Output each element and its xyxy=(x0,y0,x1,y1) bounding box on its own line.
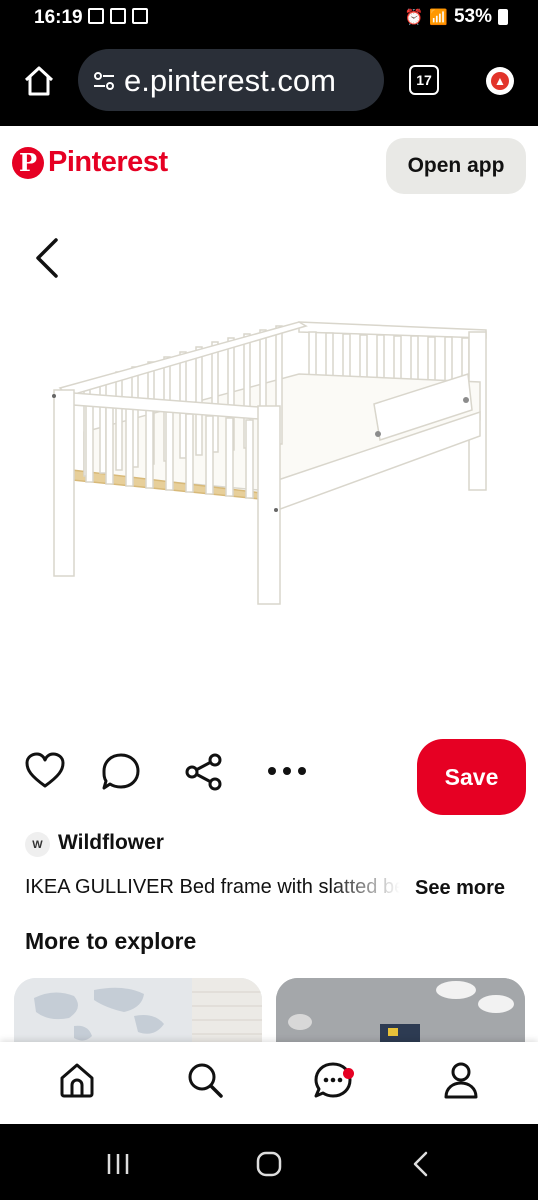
see-more-link[interactable]: See more xyxy=(415,877,505,900)
profile-icon[interactable] xyxy=(441,1060,481,1100)
notification-dot xyxy=(343,1068,354,1079)
recent-apps-icon[interactable] xyxy=(104,1150,132,1178)
checkbox-notification-icon xyxy=(132,8,148,24)
battery-icon xyxy=(498,9,508,25)
share-icon[interactable] xyxy=(184,752,224,792)
system-navigation-bar xyxy=(0,1124,538,1200)
explore-pin-thumbnail[interactable] xyxy=(276,978,525,1048)
heart-icon[interactable] xyxy=(25,752,65,790)
more-to-explore-heading: More to explore xyxy=(25,928,197,954)
check-notification-icon xyxy=(110,8,126,24)
messages-icon xyxy=(314,1062,352,1098)
system-home-icon[interactable] xyxy=(255,1150,283,1178)
browser-toolbar: e.pinterest.com 17 ▲ xyxy=(0,36,538,126)
open-app-button[interactable]: Open app xyxy=(386,138,526,194)
notification-icons xyxy=(88,8,148,24)
pinterest-logo[interactable]: P Pinterest xyxy=(12,146,168,179)
status-bar: 16:19 ⏰ 📶 53% xyxy=(0,0,538,36)
back-arrow-icon[interactable] xyxy=(30,236,64,280)
explore-pin-thumbnail[interactable] xyxy=(14,978,262,1048)
logo-wordmark: Pinterest xyxy=(48,146,168,178)
creator-name[interactable]: Wildflower xyxy=(58,831,164,855)
home-icon[interactable] xyxy=(57,1060,97,1100)
url-text: e.pinterest.com xyxy=(124,63,336,98)
home-icon[interactable] xyxy=(22,64,56,98)
save-button[interactable]: Save xyxy=(417,739,526,815)
site-settings-icon[interactable] xyxy=(92,69,116,93)
messages-nav-item[interactable] xyxy=(313,1060,354,1100)
system-back-icon[interactable] xyxy=(408,1150,436,1178)
alarm-icon: ⏰ xyxy=(404,9,424,26)
pinterest-p-icon: P xyxy=(12,146,44,179)
grey-room-image xyxy=(276,978,525,1048)
arrow-up-icon: ▲ xyxy=(491,72,509,90)
wifi-signal-icon: 📶 xyxy=(429,9,448,26)
bottom-navigation xyxy=(0,1042,538,1124)
world-map-wall-image xyxy=(14,978,262,1048)
description-fade xyxy=(330,876,412,904)
browser-update-button[interactable]: ▲ xyxy=(486,67,514,95)
gallery-notification-icon xyxy=(88,8,104,24)
pin-image[interactable] xyxy=(44,312,500,612)
battery-percent: 53% xyxy=(453,6,492,27)
creator-avatar[interactable]: W xyxy=(25,832,50,857)
search-icon[interactable] xyxy=(185,1060,225,1100)
tab-switcher-button[interactable]: 17 xyxy=(409,65,439,95)
status-time: 16:19 xyxy=(34,7,83,28)
more-options-icon[interactable] xyxy=(264,756,310,786)
address-bar[interactable]: e.pinterest.com xyxy=(78,49,384,111)
system-status: ⏰ 📶 53% xyxy=(405,6,508,28)
comment-icon[interactable] xyxy=(101,752,141,792)
